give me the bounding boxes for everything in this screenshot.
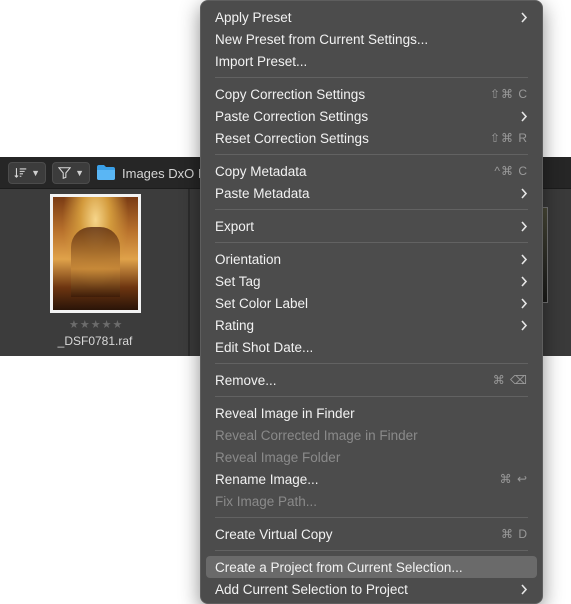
menu-separator — [215, 209, 528, 210]
menu-item-label: Remove... — [215, 372, 277, 388]
keyboard-shortcut: ^⌘ C — [494, 164, 528, 178]
menu-item-label: Rating — [215, 317, 255, 333]
menu-item-reveal-corrected-image-in-finder: Reveal Corrected Image in Finder — [206, 424, 537, 446]
menu-item-label: Add Current Selection to Project — [215, 581, 408, 597]
menu-item-create-a-project-from-current-selection[interactable]: Create a Project from Current Selection.… — [206, 556, 537, 578]
keyboard-shortcut: ⌘ ⌫ — [492, 373, 528, 387]
menu-item-export[interactable]: Export — [206, 215, 537, 237]
menu-item-label: Edit Shot Date... — [215, 339, 314, 355]
folder-icon — [97, 165, 115, 180]
sort-icon — [14, 168, 27, 178]
menu-item-label: New Preset from Current Settings... — [215, 31, 429, 47]
chevron-right-icon — [521, 297, 528, 309]
chevron-right-icon — [521, 275, 528, 287]
menu-item-label: Reveal Image in Finder — [215, 405, 355, 421]
rating-stars[interactable]: ★★★★★ — [69, 318, 123, 331]
menu-item-label: Export — [215, 218, 255, 234]
menu-item-label: Reveal Image Folder — [215, 449, 341, 465]
keyboard-shortcut: ⇧⌘ C — [489, 87, 528, 101]
menu-item-label: Create a Project from Current Selection.… — [215, 559, 463, 575]
menu-item-label: Orientation — [215, 251, 282, 267]
menu-item-label: Paste Metadata — [215, 185, 310, 201]
menu-separator — [215, 396, 528, 397]
menu-item-label: Rename Image... — [215, 471, 319, 487]
menu-item-create-virtual-copy[interactable]: Create Virtual Copy ⌘ D — [206, 523, 537, 545]
keyboard-shortcut: ⌘ D — [501, 527, 528, 541]
menu-item-remove[interactable]: Remove... ⌘ ⌫ — [206, 369, 537, 391]
thumbnail-frame[interactable] — [50, 194, 141, 313]
menu-item-new-preset-from-current-settings[interactable]: New Preset from Current Settings... — [206, 28, 537, 50]
menu-item-set-tag[interactable]: Set Tag — [206, 270, 537, 292]
menu-separator — [215, 363, 528, 364]
menu-item-paste-metadata[interactable]: Paste Metadata — [206, 182, 537, 204]
menu-item-paste-correction-settings[interactable]: Paste Correction Settings — [206, 105, 537, 127]
chevron-down-icon: ▼ — [75, 168, 84, 178]
thumbnail-filename: _DSF0781.raf — [57, 334, 133, 348]
menu-item-edit-shot-date[interactable]: Edit Shot Date... — [206, 336, 537, 358]
menu-item-orientation[interactable]: Orientation — [206, 248, 537, 270]
filter-button[interactable]: ▼ — [52, 162, 90, 184]
menu-item-reveal-image-folder: Reveal Image Folder — [206, 446, 537, 468]
menu-item-label: Paste Correction Settings — [215, 108, 369, 124]
menu-separator — [215, 242, 528, 243]
menu-item-copy-correction-settings[interactable]: Copy Correction Settings ⇧⌘ C — [206, 83, 537, 105]
chevron-right-icon — [521, 253, 528, 265]
menu-item-label: Import Preset... — [215, 53, 308, 69]
menu-separator — [215, 550, 528, 551]
thumbnail-image[interactable] — [53, 197, 138, 310]
menu-item-label: Set Tag — [215, 273, 261, 289]
menu-item-rating[interactable]: Rating — [206, 314, 537, 336]
chevron-down-icon: ▼ — [31, 168, 40, 178]
thumbnail-cell[interactable]: ★★★★★ _DSF0781.raf — [0, 189, 190, 356]
chevron-right-icon — [521, 110, 528, 122]
chevron-right-icon — [521, 11, 528, 23]
menu-item-label: Reset Correction Settings — [215, 130, 369, 146]
menu-item-label: Copy Metadata — [215, 163, 307, 179]
menu-item-apply-preset[interactable]: Apply Preset — [206, 6, 537, 28]
menu-item-label: Reveal Corrected Image in Finder — [215, 427, 418, 443]
menu-item-copy-metadata[interactable]: Copy Metadata ^⌘ C — [206, 160, 537, 182]
chevron-right-icon — [521, 583, 528, 595]
menu-item-add-current-selection-to-project[interactable]: Add Current Selection to Project — [206, 578, 537, 600]
menu-item-reset-correction-settings[interactable]: Reset Correction Settings ⇧⌘ R — [206, 127, 537, 149]
menu-item-label: Apply Preset — [215, 9, 292, 25]
filter-icon — [58, 167, 72, 179]
chevron-right-icon — [521, 187, 528, 199]
menu-item-label: Set Color Label — [215, 295, 309, 311]
menu-item-label: Fix Image Path... — [215, 493, 318, 509]
keyboard-shortcut: ⇧⌘ R — [489, 131, 528, 145]
chevron-right-icon — [521, 319, 528, 331]
sort-button[interactable]: ▼ — [8, 162, 46, 184]
folder-name: Images DxO I — [122, 166, 202, 181]
chevron-right-icon — [521, 220, 528, 232]
menu-item-label: Create Virtual Copy — [215, 526, 333, 542]
menu-item-set-color-label[interactable]: Set Color Label — [206, 292, 537, 314]
menu-separator — [215, 154, 528, 155]
keyboard-shortcut: ⌘ ↩ — [499, 472, 528, 486]
menu-separator — [215, 77, 528, 78]
menu-item-rename-image[interactable]: Rename Image... ⌘ ↩ — [206, 468, 537, 490]
menu-item-fix-image-path: Fix Image Path... — [206, 490, 537, 512]
menu-item-reveal-image-in-finder[interactable]: Reveal Image in Finder — [206, 402, 537, 424]
context-menu: Apply Preset New Preset from Current Sett… — [200, 0, 543, 604]
menu-item-label: Copy Correction Settings — [215, 86, 366, 102]
menu-item-import-preset[interactable]: Import Preset... — [206, 50, 537, 72]
menu-separator — [215, 517, 528, 518]
